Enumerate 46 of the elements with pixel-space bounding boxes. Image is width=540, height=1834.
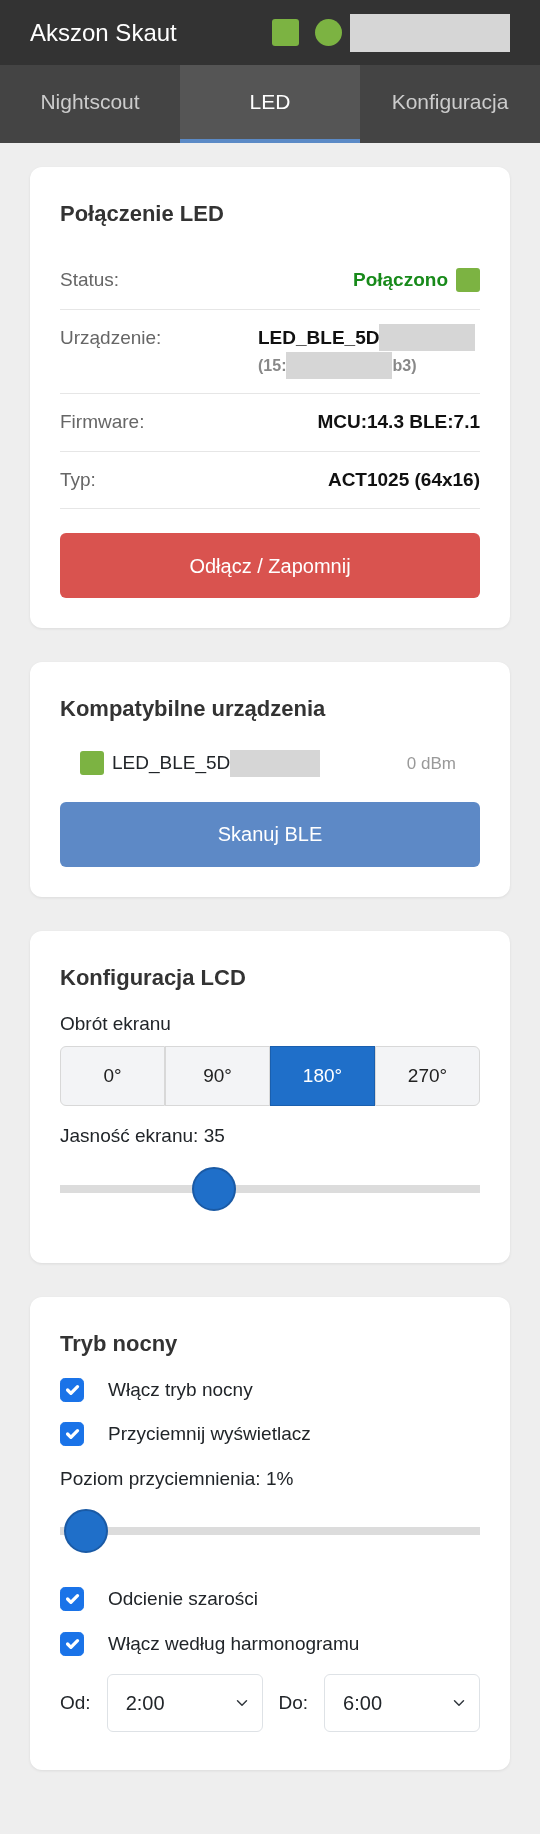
rotation-option[interactable]: 90° — [165, 1046, 270, 1106]
checkbox[interactable] — [60, 1377, 84, 1402]
card-title: Połączenie LED — [60, 200, 225, 228]
status-square-icon — [272, 19, 299, 46]
field-label: Poziom przyciemnienia: 1% — [60, 1466, 295, 1491]
checkbox-label: Odcienie szarości — [108, 1587, 258, 1611]
device-name: LED_BLE_5D — [258, 325, 380, 350]
field-label: Typ: — [60, 467, 96, 492]
checkbox-label: Włącz według harmonogramu — [108, 1631, 360, 1656]
status-square-icon — [456, 268, 480, 293]
status-value: Połączono — [353, 268, 448, 292]
field-label: Do: — [278, 1690, 309, 1715]
slider-thumb[interactable] — [63, 1509, 108, 1553]
time-select[interactable]: 6:00 — [324, 1674, 480, 1732]
device-name[interactable]: LED_BLE_5D — [112, 749, 231, 778]
device-address: (15: — [258, 355, 287, 376]
tab[interactable]: Nightscout — [0, 65, 180, 143]
tab[interactable]: Konfiguracja — [360, 65, 540, 143]
field-label: Urządzenie: — [60, 325, 162, 350]
field-label: Od: — [60, 1690, 91, 1715]
card-title: Konfiguracja LCD — [60, 963, 247, 992]
status-square-icon — [80, 751, 104, 776]
signal-strength: 0 dBm — [406, 752, 456, 775]
tab[interactable]: LED — [180, 65, 360, 143]
checkbox[interactable] — [60, 1631, 84, 1656]
field-value: ACT1025 (64x16) — [327, 467, 480, 492]
field-label: Obrót ekranu — [60, 1011, 172, 1036]
field-label: Jasność ekranu: 35 — [60, 1124, 226, 1148]
field-value: MCU:14.3 BLE:7.1 — [317, 410, 480, 434]
app-title: Akszon Skaut — [30, 17, 177, 48]
scan-button[interactable]: Skanuj BLE — [60, 801, 480, 867]
checkbox[interactable] — [60, 1587, 84, 1612]
checkbox-label: Włącz tryb nocny — [108, 1377, 253, 1402]
disconnect-button[interactable]: Odłącz / Zapomnij — [60, 533, 480, 598]
checkbox-label: Przyciemnij wyświetlacz — [108, 1422, 311, 1446]
checkbox[interactable] — [60, 1422, 84, 1447]
device-address: b3) — [392, 355, 417, 376]
field-label: Firmware: — [60, 410, 145, 434]
status-dot-icon — [315, 19, 342, 46]
card-title: Tryb nocny — [60, 1329, 179, 1358]
rotation-option[interactable]: 180° — [270, 1046, 375, 1106]
rotation-option[interactable]: 0° — [60, 1046, 165, 1106]
time-select[interactable]: 2:00 — [106, 1674, 263, 1732]
card-title: Kompatybilne urządzenia — [60, 695, 327, 723]
field-label: Status: — [60, 268, 120, 292]
rotation-option[interactable]: 270° — [375, 1046, 480, 1106]
